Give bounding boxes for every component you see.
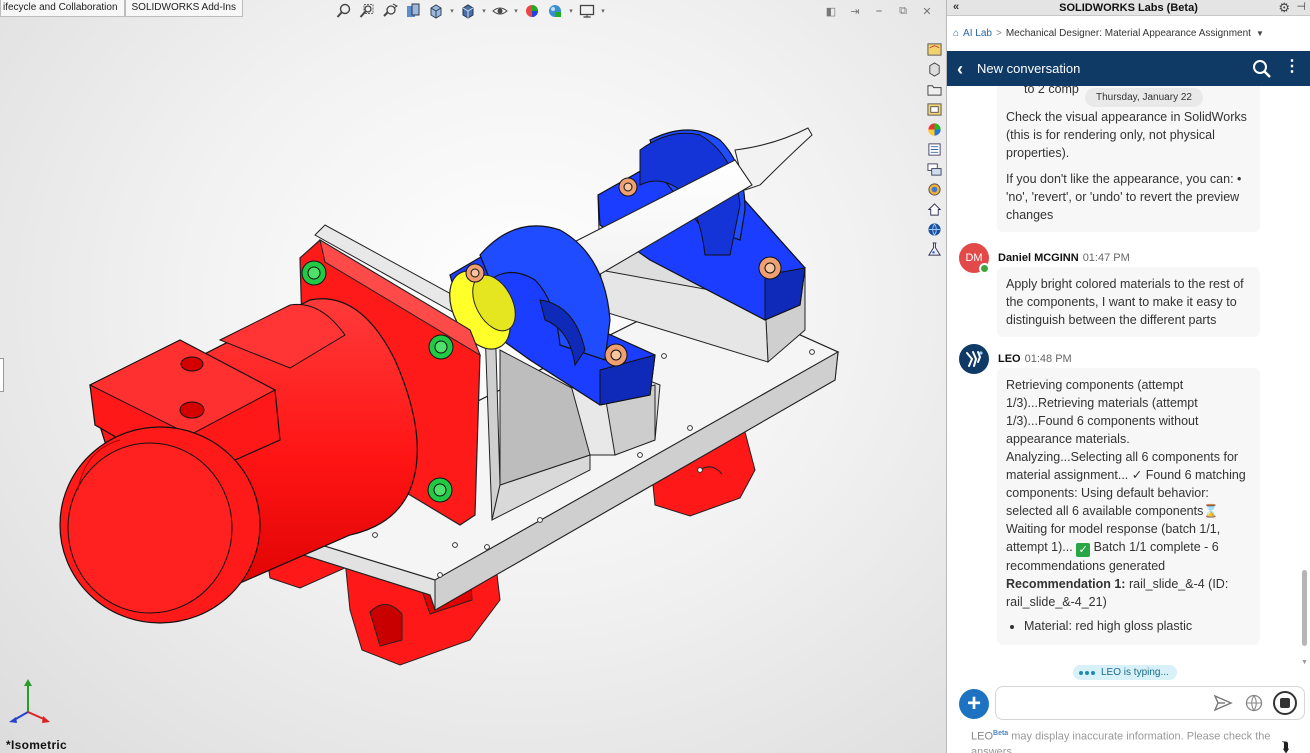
flange-bolt[interactable]	[428, 334, 454, 360]
assistant-message: Retrieving components (attempt 1/3)...Re…	[997, 368, 1260, 645]
view-orientation-label: *Isometric	[6, 738, 68, 752]
breadcrumb-separator: >	[995, 28, 1002, 39]
sender-name: LEO	[998, 353, 1021, 365]
add-attachment-button[interactable]: +	[959, 689, 989, 719]
message-time: 01:48 PM	[1024, 353, 1072, 365]
chevron-down-icon[interactable]: ▼	[1256, 29, 1264, 38]
message-text: Retrieving components (attempt 1/3)...Re…	[1006, 378, 1199, 446]
gear-icon[interactable]: ⚙	[1278, 0, 1290, 16]
beta-badge: Beta	[993, 730, 1009, 737]
send-icon[interactable]	[1213, 694, 1233, 712]
assembly-model[interactable]	[0, 0, 920, 753]
chat-history[interactable]: to 2 comp Check the visual appearance in…	[947, 86, 1307, 664]
home-icon[interactable]: ⌂	[953, 28, 959, 39]
conversation-header: ‹ New conversation ⋮	[947, 51, 1310, 86]
message-paragraph: If you don't like the appearance, you ca…	[1006, 172, 1242, 222]
message-text: Apply bright colored materials to the re…	[1006, 277, 1244, 327]
custom-properties-icon[interactable]	[924, 140, 944, 158]
graphics-viewport[interactable]: ifecycle and Collaboration SOLIDWORKS Ad…	[0, 0, 946, 753]
user-message: Apply bright colored materials to the re…	[997, 267, 1260, 337]
leo-logo-icon	[966, 351, 983, 367]
stop-generation-button[interactable]	[1273, 691, 1297, 715]
breadcrumb-current[interactable]: Mechanical Designer: Material Appearance…	[1006, 28, 1251, 39]
recommendation-details: Material: red high gloss plastic	[1024, 617, 1250, 635]
appearances-icon[interactable]	[924, 120, 944, 138]
recommendation: Recommendation 1: rail_slide_&-4 (ID: ra…	[1006, 575, 1250, 611]
globe-icon[interactable]	[1245, 694, 1263, 712]
message-paragraph: Check the visual appearance in SolidWork…	[1006, 110, 1247, 160]
stop-icon	[1280, 698, 1290, 708]
breadcrumb-ai-lab[interactable]: AI Lab	[963, 28, 992, 39]
labs-icon[interactable]	[924, 240, 944, 258]
check-mark-icon: ✓	[1076, 543, 1091, 557]
pillow-block-bolt[interactable]	[618, 177, 638, 197]
flange-bolt[interactable]	[427, 477, 453, 503]
design-library-icon[interactable]	[924, 60, 944, 78]
breadcrumb: ⌂ AI Lab > Mechanical Designer: Material…	[947, 16, 1310, 51]
close-icon[interactable]: ✕	[920, 4, 934, 18]
collapse-panel-icon[interactable]: «	[953, 1, 959, 13]
recommendation-label: Recommendation 1:	[1006, 577, 1126, 591]
mouse-cursor-icon: ⮯	[1281, 739, 1290, 753]
pillow-block-bolt[interactable]	[604, 343, 628, 367]
scrollbar-thumb[interactable]	[1302, 570, 1307, 646]
list-item: Material: red high gloss plastic	[1024, 617, 1250, 635]
message-time: 01:47 PM	[1082, 252, 1130, 264]
3dexperience-icon[interactable]	[924, 180, 944, 198]
typing-dots-icon	[1079, 670, 1095, 675]
solidworks-labs-panel: « SOLIDWORKS Labs (Beta) ⚙ ⊣ ⌂ AI Lab > …	[946, 0, 1310, 753]
disclaimer-text: may display inaccurate information. Plea…	[971, 730, 1271, 753]
disclaimer-name: LEO	[971, 730, 994, 743]
search-icon[interactable]	[1252, 59, 1272, 79]
reference-triad	[9, 679, 50, 723]
typing-indicator: LEO is typing...	[1073, 665, 1177, 680]
typing-text: LEO is typing...	[1101, 667, 1169, 678]
avatar[interactable]: DM	[959, 243, 990, 274]
sender-name: Daniel MCGINN	[998, 252, 1079, 264]
avatar-initials: DM	[965, 252, 983, 264]
file-explorer-icon[interactable]	[924, 80, 944, 98]
online-status-icon	[979, 263, 990, 274]
pillow-block-bolt[interactable]	[465, 263, 485, 283]
hourglass-icon: ⌛	[1203, 504, 1219, 518]
panel-titlebar: « SOLIDWORKS Labs (Beta) ⚙ ⊣	[947, 0, 1310, 16]
disclaimer: LEOBeta may display inaccurate informati…	[971, 726, 1301, 753]
more-options-icon[interactable]: ⋮	[1284, 59, 1300, 75]
scroll-down-icon[interactable]: ▼	[1301, 659, 1308, 666]
home-icon[interactable]	[924, 200, 944, 218]
date-divider: Thursday, January 22	[1085, 88, 1203, 107]
message-text: Analyzing...Selecting all 6 components f…	[1006, 448, 1250, 575]
view-palette-icon[interactable]	[924, 100, 944, 118]
task-pane-tabs	[924, 40, 946, 258]
solidworks-resources-icon[interactable]	[924, 40, 944, 58]
assistant-message: to 2 comp Check the visual appearance in…	[997, 86, 1260, 232]
panel-title: SOLIDWORKS Labs (Beta)	[1059, 1, 1198, 14]
conversation-title: New conversation	[977, 61, 1081, 76]
pillow-block-bolt[interactable]	[758, 256, 782, 280]
pin-icon[interactable]: ⊣	[1296, 0, 1306, 13]
chat-scrollbar[interactable]: ▼	[1301, 88, 1308, 666]
back-arrow-icon[interactable]: ‹	[957, 60, 963, 78]
message-composer: +	[947, 684, 1310, 724]
avatar[interactable]	[959, 344, 989, 374]
forum-icon[interactable]	[924, 160, 944, 178]
globe-icon[interactable]	[924, 220, 944, 238]
flange-bolt[interactable]	[301, 260, 327, 286]
